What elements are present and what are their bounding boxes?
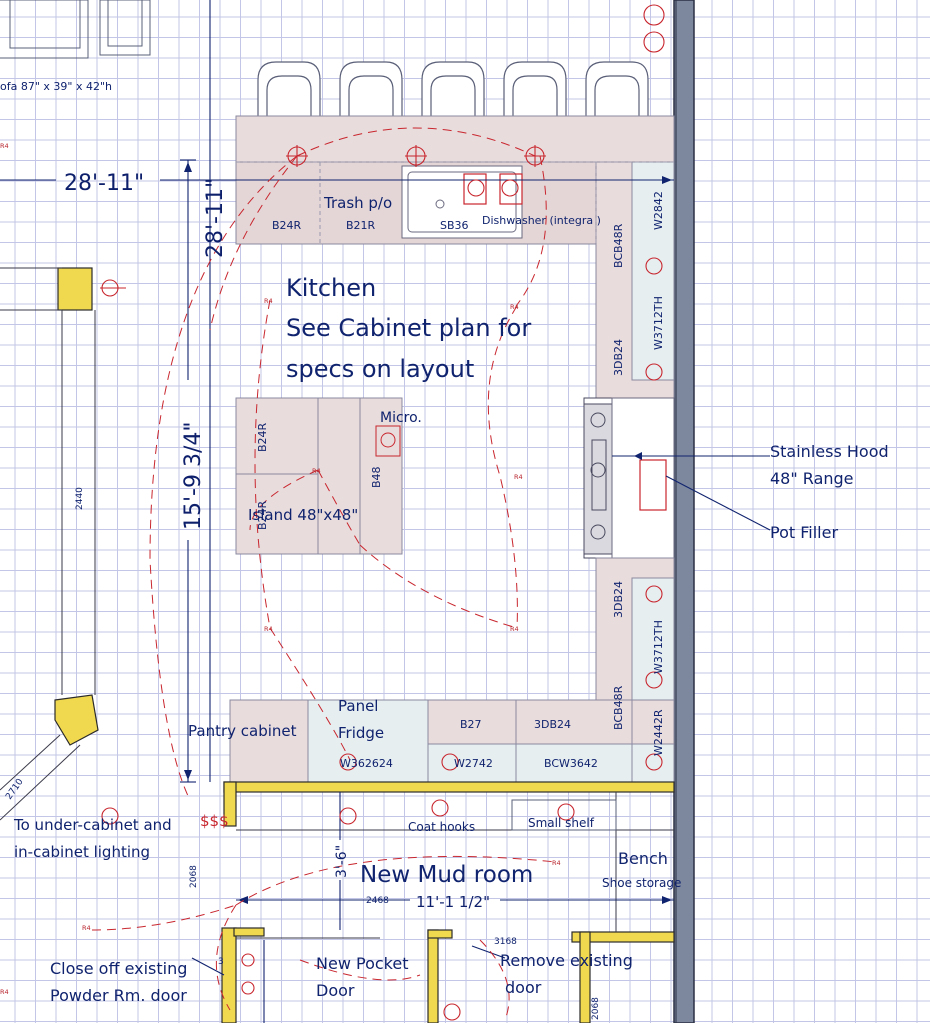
cab-3db24-bottom: 3DB24 [612,581,625,618]
cab-bcw3642: BCW3642 [544,757,598,770]
label-bench: Bench [618,849,668,868]
cabinets [229,115,675,783]
svg-text:R4: R4 [264,297,273,305]
label-small-shelf: Small shelf [528,816,595,830]
cab-w362624: W362624 [340,757,393,770]
label-panel: Panel [338,697,378,715]
code-window-3: 3 [218,957,224,967]
label-trash: Trash p/o [323,194,392,212]
switch-symbol: $$$ [200,812,229,830]
label-close-off-2: Powder Rm. door [50,986,187,1005]
label-fridge: Fridge [338,724,384,742]
label-under-cabinet-1: To under-cabinet and [13,816,172,834]
label-shoe-storage: Shoe storage [602,876,681,890]
label-remove-existing-1: Remove existing [500,951,633,970]
kitchen-title: Kitchen [286,274,376,302]
cab-3db24-mid: 3DB24 [534,718,571,731]
cab-sb36: SB36 [440,219,469,232]
code-window-2710: 2710 [4,777,25,802]
label-pantry: Pantry cabinet [188,722,297,740]
cab-w2442r: W2442R [652,709,665,756]
code-window-2440: 2440 [75,487,85,510]
svg-text:R4: R4 [552,859,561,867]
cab-w2842: W2842 [652,191,665,230]
cab-bcb48r-bottom: BCB48R [612,685,625,730]
svg-text:R4: R4 [312,467,321,475]
dim-mud-room-width: 11'-1 1/2" [416,893,490,911]
label-pot-filler: Pot Filler [770,523,838,542]
island-label: Island 48"x48" [248,506,358,524]
cab-b48: B48 [370,466,383,488]
code-door-2068-left: 2068 [189,865,199,888]
label-micro: Micro. [380,410,422,426]
svg-text:R4: R4 [82,924,91,932]
mud-room-title: New Mud room [360,862,533,888]
label-close-off-1: Close off existing [50,959,187,978]
label-under-cabinet-2: in-cabinet lighting [14,843,150,861]
floor-plan-drawing: B24R B21R SB36 Trash p/o Dishwasher (int… [0,0,889,1023]
label-sofa: ofa 87" x 39" x 42"h [0,80,112,93]
exterior-wall [673,0,695,1023]
code-door-3168: 3168 [494,937,517,947]
svg-text:R4: R4 [510,625,519,633]
kitchen-note-2: specs on layout [286,355,474,383]
dim-overall-vertical: 28'-11" [203,178,228,258]
cab-3db24-top: 3DB24 [612,339,625,376]
floor-plan: B24R B21R SB36 Trash p/o Dishwasher (int… [0,0,930,1023]
label-remove-existing-2: door [505,978,542,997]
svg-text:R4: R4 [514,473,523,481]
cab-w2742: W2742 [454,757,493,770]
cab-b21r: B21R [346,219,376,232]
sofa [0,0,151,59]
code-door-2068-bottom: 2068 [591,997,601,1020]
svg-text:R4: R4 [0,142,9,150]
label-new-pocket-2: Door [316,981,355,1000]
svg-text:R4: R4 [0,988,9,996]
dim-overall-horizontal: 28'-11" [64,171,144,196]
dim-mud-room-depth: 3'-6" [334,845,350,878]
cab-b24r-top: B24R [272,219,302,232]
cab-b27: B27 [460,718,482,731]
cab-bcb48r-top: BCB48R [612,223,625,268]
label-range: 48" Range [770,469,854,488]
cab-w3712th-bottom: W3712TH [652,620,665,674]
label-dishwasher: Dishwasher (integra ) [482,214,601,227]
label-coat-hooks: Coat hooks [408,820,475,834]
label-stainless-hood: Stainless Hood [770,442,889,461]
cab-b24r-island-top: B24R [256,422,269,452]
dim-kitchen-depth: 15'-9 3/4" [181,422,206,531]
kitchen-note-1: See Cabinet plan for [286,314,531,342]
cab-w3712th-top: W3712TH [652,296,665,350]
svg-text:R4: R4 [264,625,273,633]
code-door-2468: 2468 [366,896,389,906]
svg-text:R4: R4 [510,303,519,311]
label-new-pocket-1: New Pocket [316,954,408,973]
